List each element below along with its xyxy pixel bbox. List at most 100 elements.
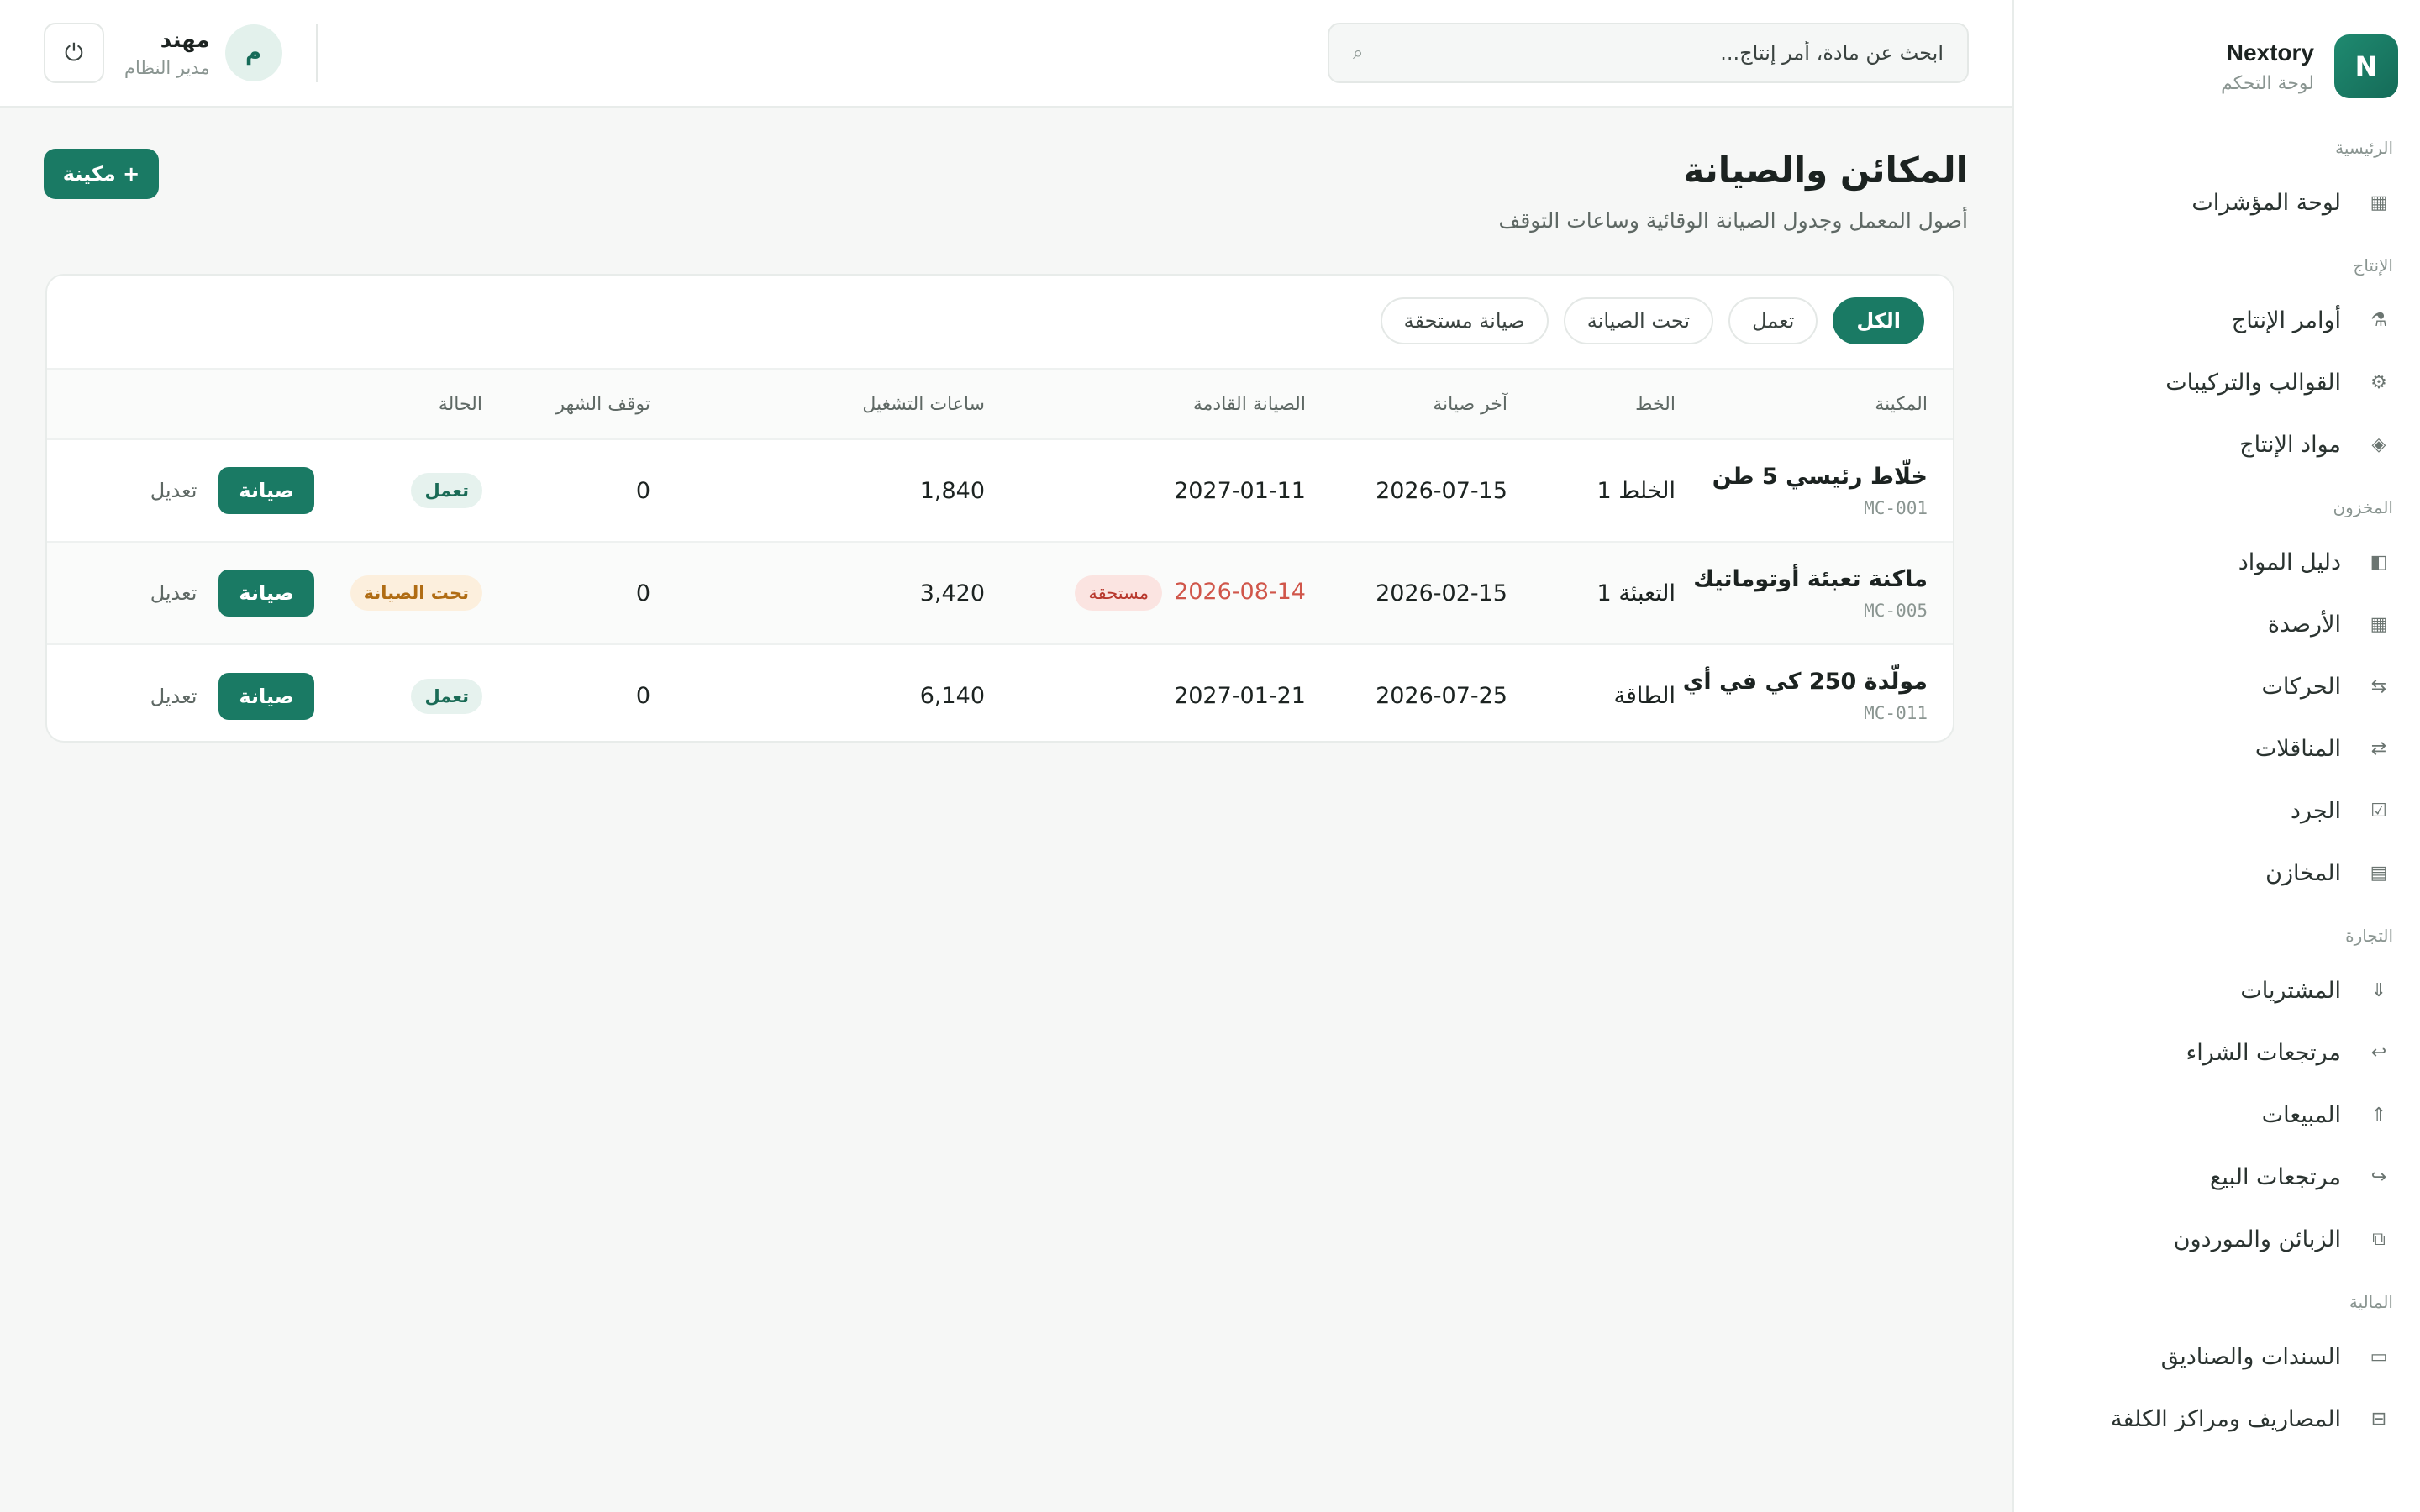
transfer-icon: ⇄	[2370, 738, 2387, 759]
column-header: توقف الشهر	[555, 393, 651, 415]
row-actions: صيانة تعديل	[47, 570, 314, 617]
nav-section-title: التجارة	[2345, 926, 2393, 946]
column-header: الخط	[1635, 393, 1676, 415]
sidebar-item-label: مواد الإنتاج	[2239, 431, 2341, 458]
logout-button[interactable]: ⏻	[44, 23, 104, 83]
sidebar-item-label: المخازن	[2265, 859, 2341, 886]
brand-text: Nextory لوحة التحكم	[2221, 39, 2314, 94]
edit-button[interactable]: تعديل	[150, 685, 197, 708]
operating-hours-cell: 1,840	[919, 477, 985, 504]
column-header: آخر صيانة	[1433, 393, 1507, 415]
sidebar-item[interactable]: ▭ السندات والصناديق	[2048, 1326, 2398, 1388]
machine-cell: مولّدة 250 كي في أي MC-011	[1676, 644, 1953, 741]
table-header-row: المكينة الخط آخر صيانة الصيانة القادمة ساعات…	[47, 369, 1953, 439]
status-badge: تعمل	[411, 473, 482, 508]
machine-name: خلّاط رئيسي 5 طن	[1712, 463, 1928, 490]
user-area: ⏻ مهند مدير النظام م	[44, 23, 318, 83]
last-maintenance-cell: 2026-07-15	[1376, 477, 1507, 504]
power-icon: ⏻	[64, 39, 84, 66]
sidebar-item-label: المصاريف ومراكز الكلفة	[2110, 1405, 2341, 1432]
column-header-actions	[47, 369, 314, 439]
sidebar-item[interactable]: ▤ المخازن	[2048, 842, 2398, 904]
operating-hours-cell: 3,420	[919, 580, 985, 606]
operating-hours-cell: 6,140	[919, 683, 985, 709]
brand-name: Nextory	[2226, 39, 2314, 66]
machine-cell: خلّاط رئيسي 5 طن MC-001	[1676, 439, 1953, 542]
nav-section-title: الإنتاج	[2353, 255, 2393, 276]
next-maintenance-date: 2027-01-21	[1174, 683, 1306, 709]
diamond-icon: ◈	[2371, 433, 2386, 455]
sidebar-item-label: أوامر الإنتاج	[2231, 307, 2341, 333]
actions-cell: صيانة تعديل	[47, 439, 314, 542]
status-cell: تعمل	[314, 439, 482, 542]
sidebar-item[interactable]: ⚗ أوامر الإنتاج	[2048, 289, 2398, 351]
page-title: المكائن والصيانة	[1683, 150, 1968, 191]
last-maintenance-cell: 2026-02-15	[1376, 580, 1507, 606]
last-maintenance-cell: 2026-07-25	[1376, 683, 1507, 709]
arrow-up-icon: ⇑	[2370, 1104, 2387, 1126]
avatar[interactable]: م	[224, 24, 282, 81]
nav-section-title: المخزون	[2333, 497, 2393, 517]
filter-chip[interactable]: تعمل	[1728, 297, 1818, 344]
next-maintenance-cell: 2027-01-11	[985, 439, 1306, 542]
edit-button[interactable]: تعديل	[150, 581, 197, 605]
brand[interactable]: N Nextory لوحة التحكم	[2048, 32, 2398, 101]
sidebar-item[interactable]: ⇓ المشتريات	[2048, 959, 2398, 1021]
nav-section-title: الرئيسية	[2335, 138, 2393, 158]
sidebar-item-label: الأرصدة	[2267, 611, 2341, 638]
sidebar-item[interactable]: ↪ مرتجعات البيع	[2048, 1146, 2398, 1208]
sidebar: N Nextory لوحة التحكم الرئيسية ▦ لوحة المؤ…	[2012, 0, 2420, 1512]
maintenance-button[interactable]: صيانة	[218, 672, 314, 720]
filter-chips: الكل تعمل تحت الصيانة صيانة مستحقة	[47, 276, 1953, 368]
user-info: مهند مدير النظام	[124, 28, 210, 78]
filter-chip[interactable]: تحت الصيانة	[1563, 297, 1714, 344]
sidebar-item[interactable]: ⚙ القوالب والتركيبات	[2048, 351, 2398, 413]
column-header: الصيانة القادمة	[1192, 393, 1306, 415]
sidebar-item-label: مرتجعات الشراء	[2186, 1039, 2341, 1066]
sidebar-item[interactable]: ↩ مرتجعات الشراء	[2048, 1021, 2398, 1084]
sidebar-item-label: الحركات	[2261, 673, 2341, 700]
table-row: خلّاط رئيسي 5 طن MC-001 الخلط 1 2026-07-15 2…	[47, 439, 1953, 542]
next-maintenance-cell: 2027-01-21	[985, 644, 1306, 741]
filter-chip[interactable]: صيانة مستحقة	[1380, 297, 1549, 344]
grid-icon: ▦	[2370, 192, 2388, 213]
machines-table: المكينة الخط آخر صيانة الصيانة القادمة ساعات…	[47, 368, 1953, 741]
sidebar-item[interactable]: ⇑ المبيعات	[2048, 1084, 2398, 1146]
sidebar-item-label: المناقلات	[2254, 735, 2341, 762]
topbar: ⌕ ⏻ مهند مدير النظام م	[0, 0, 2012, 108]
sidebar-item[interactable]: ⇄ المناقلات	[2048, 717, 2398, 780]
warehouse-icon: ▤	[2370, 862, 2388, 884]
sidebar-item-label: المشتريات	[2240, 977, 2341, 1004]
sidebar-item[interactable]: ▦ لوحة المؤشرات	[2048, 171, 2398, 234]
sidebar-nav: الرئيسية ▦ لوحة المؤشرات الإنتاج ⚗ أوامر الإن…	[2048, 138, 2398, 1450]
maintenance-button[interactable]: صيانة	[218, 467, 314, 514]
machine-code: MC-011	[1864, 703, 1928, 723]
sidebar-item[interactable]: ⧉ الزبائن والموردون	[2048, 1208, 2398, 1270]
filter-chip[interactable]: الكل	[1833, 297, 1924, 344]
sidebar-item[interactable]: ◈ مواد الإنتاج	[2048, 413, 2398, 475]
sidebar-item[interactable]: ▦ الأرصدة	[2048, 593, 2398, 655]
nav-section-title: المالية	[2349, 1292, 2393, 1312]
line-cell: الخلط 1	[1597, 477, 1676, 504]
sidebar-item[interactable]: ⇆ الحركات	[2048, 655, 2398, 717]
search-box[interactable]: ⌕	[1328, 23, 1969, 83]
sidebar-item[interactable]: ☑ الجرد	[2048, 780, 2398, 842]
sidebar-item[interactable]: ◧ دليل المواد	[2048, 531, 2398, 593]
monthly-downtime-cell: 0	[635, 580, 650, 606]
sidebar-item-label: دليل المواد	[2238, 549, 2341, 575]
row-actions: صيانة تعديل	[47, 672, 314, 720]
checkbox-icon: ☑	[2370, 800, 2387, 822]
user-role: مدير النظام	[124, 58, 210, 78]
expense-icon: ⊟	[2370, 1408, 2387, 1430]
sidebar-item[interactable]: ⊟ المصاريف ومراكز الكلفة	[2048, 1388, 2398, 1450]
arrow-down-icon: ⇓	[2370, 979, 2387, 1001]
search-input[interactable]	[1385, 41, 1944, 65]
maintenance-button[interactable]: صيانة	[218, 570, 314, 617]
edit-button[interactable]: تعديل	[150, 479, 197, 502]
line-cell: التعبئة 1	[1597, 580, 1676, 606]
column-header: الحالة	[438, 393, 482, 415]
sidebar-item-label: الجرد	[2290, 797, 2341, 824]
machine-cell: ماكنة تعبئة أوتوماتيك MC-005	[1676, 542, 1953, 644]
add-machine-button[interactable]: + مكينة	[44, 149, 159, 199]
actions-cell: صيانة تعديل	[47, 542, 314, 644]
